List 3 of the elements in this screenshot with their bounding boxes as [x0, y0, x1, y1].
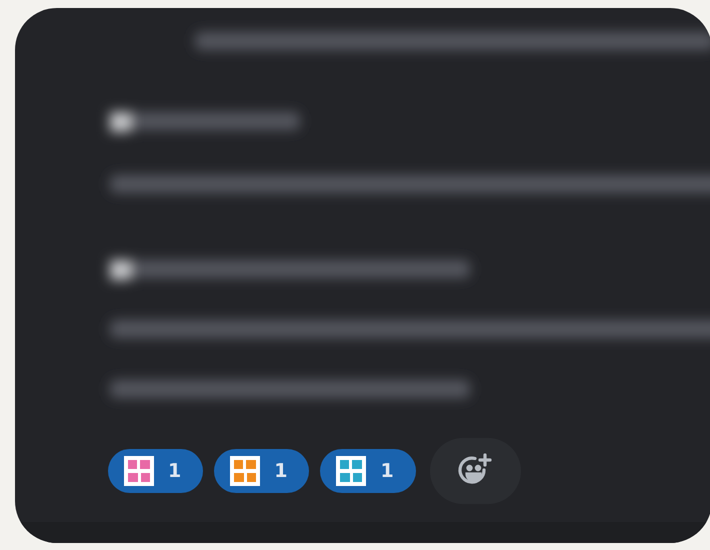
reaction-button[interactable]: 1	[320, 449, 416, 493]
reaction-button[interactable]: 1	[214, 449, 310, 493]
reaction-button[interactable]: 1	[108, 449, 204, 493]
